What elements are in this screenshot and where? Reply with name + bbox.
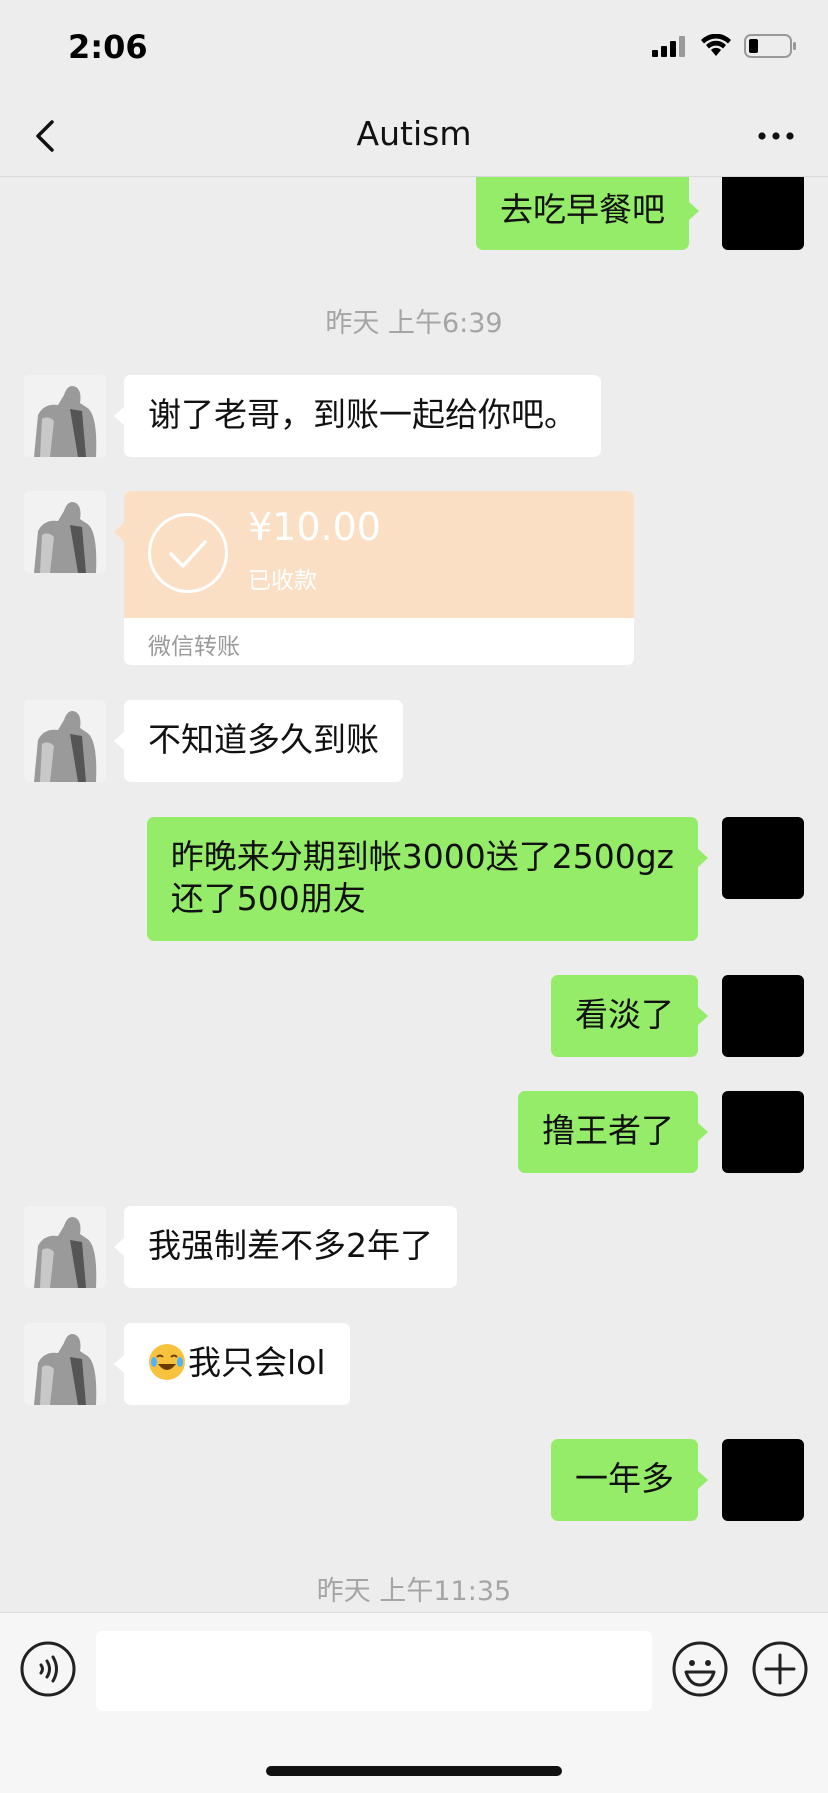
message-text: 看淡了 <box>575 995 674 1034</box>
message-text: 撸王者了 <box>542 1111 674 1150</box>
transfer-card-header: ¥10.00 已收款 <box>124 491 634 618</box>
avatar[interactable] <box>24 1323 106 1405</box>
message-text: 我只会lol <box>188 1343 326 1382</box>
status-time: 2:06 <box>68 28 148 66</box>
message-bubble[interactable]: 我强制差不多2年了 <box>114 1206 457 1288</box>
transfer-card[interactable]: ¥10.00 已收款 微信转账 <box>124 491 634 665</box>
home-indicator[interactable] <box>266 1766 562 1776</box>
battery-icon <box>744 34 796 58</box>
message-text: 我强制差不多2年了 <box>148 1226 433 1265</box>
message-text: 不知道多久到账 <box>148 720 379 759</box>
message-bubble[interactable]: 去吃早餐吧 <box>476 177 699 250</box>
plus-icon[interactable] <box>752 1641 808 1697</box>
avatar[interactable] <box>24 700 106 782</box>
avatar-image-icon <box>24 375 106 457</box>
transfer-status: 已收款 <box>248 568 317 594</box>
message-bubble[interactable]: 撸王者了 <box>518 1091 708 1173</box>
avatar[interactable] <box>24 375 106 457</box>
avatar[interactable] <box>722 817 804 899</box>
status-icons <box>652 34 798 58</box>
avatar-image-icon <box>24 491 106 573</box>
chat-title: Autism <box>356 114 472 153</box>
nav-bar: Autism <box>0 100 828 177</box>
message-text-line: 昨晚来分期到帐3000送了2500gz <box>170 837 674 876</box>
avatar[interactable] <box>24 1206 106 1288</box>
signal-icon <box>652 36 685 57</box>
wifi-icon <box>701 34 731 56</box>
message-bubble[interactable]: 昨晚来分期到帐3000送了2500gz 还了500朋友 <box>146 817 709 941</box>
message-input[interactable] <box>96 1631 652 1711</box>
avatar-image-icon <box>24 1323 106 1405</box>
message-timestamp: 昨天 上午11:35 <box>316 1576 512 1607</box>
avatar-image-icon <box>24 700 106 782</box>
message-bubble[interactable]: 我只会lol <box>114 1323 350 1405</box>
more-icon[interactable] <box>754 116 798 156</box>
avatar[interactable] <box>722 177 804 250</box>
message-text: 去吃早餐吧 <box>500 190 665 229</box>
avatar[interactable] <box>24 491 106 573</box>
message-bubble[interactable]: 不知道多久到账 <box>114 700 403 782</box>
message-text-line: 还了500朋友 <box>170 879 366 918</box>
avatar[interactable] <box>722 1439 804 1521</box>
check-circle-icon <box>148 513 228 593</box>
avatar-image-icon <box>24 1206 106 1288</box>
status-bar: 2:06 <box>0 0 828 100</box>
message-bubble[interactable]: 谢了老哥，到账一起给你吧。 <box>114 375 601 457</box>
message-bubble[interactable]: 一年多 <box>551 1439 708 1521</box>
message-text: 一年多 <box>575 1459 674 1498</box>
transfer-amount: ¥10.00 <box>248 505 381 549</box>
message-text: 谢了老哥，到账一起给你吧。 <box>148 395 577 434</box>
chat-area[interactable]: 去吃早餐吧 昨天 上午6:39 谢了老哥，到账一起给你吧。 ¥10.00 已收款… <box>0 177 828 1612</box>
avatar[interactable] <box>722 975 804 1057</box>
avatar[interactable] <box>722 1091 804 1173</box>
emoji-icon[interactable] <box>672 1641 728 1697</box>
transfer-footer: 微信转账 <box>148 634 240 660</box>
message-timestamp: 昨天 上午6:39 <box>325 308 503 339</box>
voice-icon[interactable] <box>20 1641 76 1697</box>
message-bubble[interactable]: 看淡了 <box>551 975 708 1057</box>
crying-laughing-emoji-icon <box>149 1344 185 1380</box>
